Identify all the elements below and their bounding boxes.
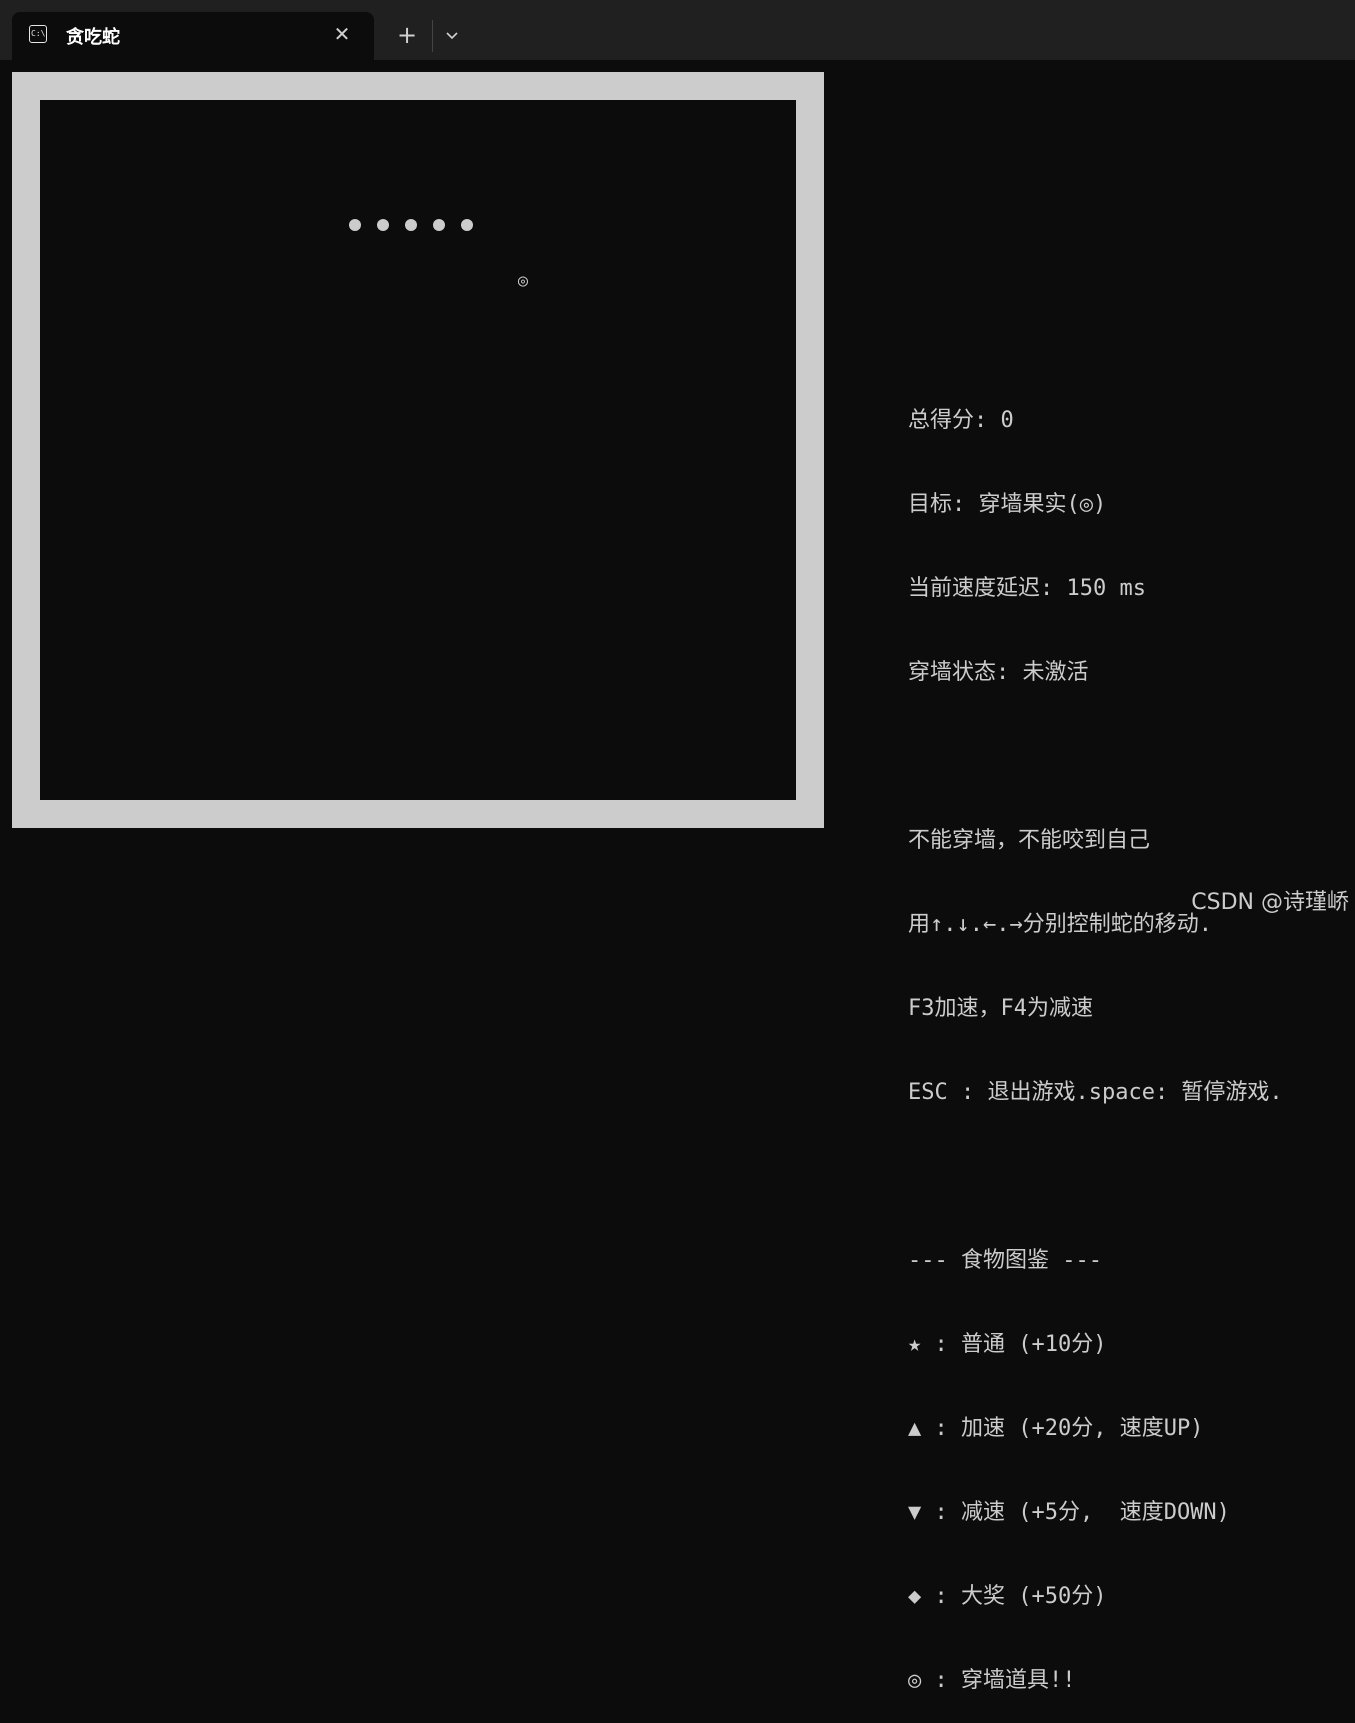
snake-segment bbox=[453, 211, 481, 239]
chevron-down-icon bbox=[446, 32, 458, 40]
wall-state-text: 穿墙状态: 未激活 bbox=[908, 660, 1089, 685]
speed-keys-text: F3加速，F4为减速 bbox=[908, 996, 1093, 1021]
tab-snake-game[interactable]: C:\ 贪吃蛇 ✕ bbox=[12, 12, 374, 60]
game-board: ◎ bbox=[40, 100, 796, 800]
title-bar: C:\ 贪吃蛇 ✕ + bbox=[0, 0, 1355, 60]
esc-space-text: ESC : 退出游戏.space: 暂停游戏. bbox=[908, 1080, 1283, 1105]
score-text: 总得分: 0 bbox=[908, 408, 1014, 433]
legend-item: ★ : 普通 (+10分) bbox=[908, 1332, 1107, 1357]
speed-text: 当前速度延迟: 150 ms bbox=[908, 576, 1146, 601]
legend-item: ◎ : 穿墙道具!! bbox=[908, 1668, 1076, 1693]
tab-separator bbox=[432, 20, 433, 52]
goal-text: 目标: 穿墙果实(◎) bbox=[908, 492, 1107, 517]
info-panel: 总得分: 0 目标: 穿墙果实(◎) 当前速度延迟: 150 ms 穿墙状态: … bbox=[908, 351, 1353, 1723]
legend-item: ◆ : 大奖 (+50分) bbox=[908, 1584, 1107, 1609]
game-board-wall: ◎ bbox=[12, 72, 824, 828]
legend-item: ▼ : 减速 (+5分, 速度DOWN) bbox=[908, 1500, 1230, 1525]
legend-item: ▲ : 加速 (+20分, 速度UP) bbox=[908, 1416, 1204, 1441]
rule-text: 不能穿墙，不能咬到自己 bbox=[908, 828, 1151, 853]
snake-segment bbox=[397, 211, 425, 239]
snake-segment bbox=[369, 211, 397, 239]
watermark: CSDN @诗瑾峤 bbox=[1191, 890, 1349, 915]
close-tab-button[interactable]: ✕ bbox=[330, 22, 354, 46]
terminal-icon: C:\ bbox=[29, 25, 47, 43]
legend-title: --- 食物图鉴 --- bbox=[908, 1248, 1102, 1273]
new-tab-button[interactable]: + bbox=[394, 22, 420, 48]
snake-segment bbox=[341, 211, 369, 239]
wall-pass-food: ◎ bbox=[517, 271, 529, 291]
snake-segment bbox=[425, 211, 453, 239]
tab-title: 贪吃蛇 bbox=[66, 27, 120, 48]
dropdown-button[interactable] bbox=[440, 24, 464, 48]
